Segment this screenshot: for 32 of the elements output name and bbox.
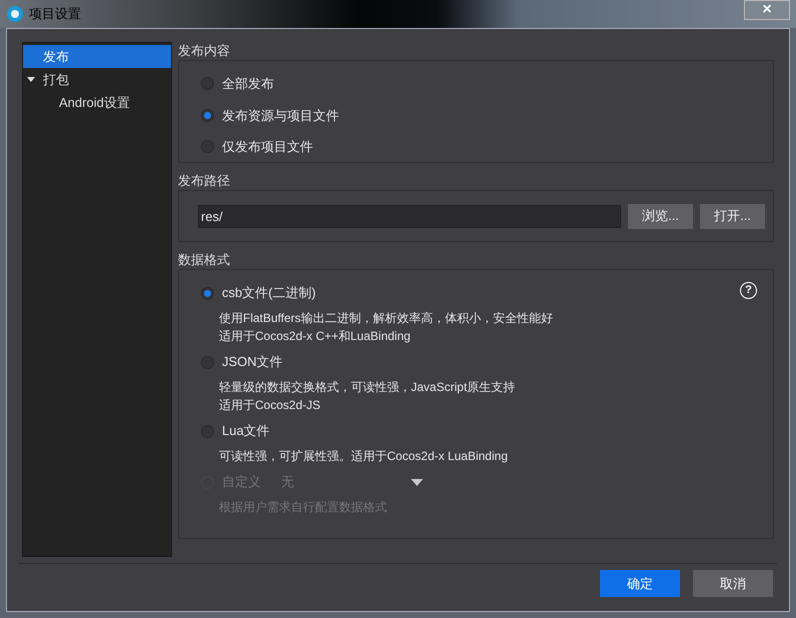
option-label: csb文件(二进制) (222, 284, 316, 302)
window-title: 项目设置 (29, 5, 81, 24)
group-title: 发布内容 (178, 42, 231, 60)
sidebar-item[interactable]: Android设置 (23, 91, 171, 114)
option-label: 发布资源与项目文件 (222, 106, 339, 124)
option-description: 根据用户需求自行配置数据格式 (219, 499, 388, 516)
option-label: Lua文件 (222, 422, 270, 440)
caret-icon[interactable] (27, 76, 35, 82)
sidebar-item[interactable]: 发布 (23, 45, 171, 68)
group-title: 发布路径 (178, 172, 231, 190)
sidebar-item[interactable]: 打包 (23, 68, 171, 91)
path-button[interactable]: 打开... (700, 204, 765, 228)
app-icon (6, 5, 24, 23)
option-description: 适用于Cocos2d-JS (219, 397, 322, 414)
radio-button[interactable] (201, 286, 214, 300)
option-description: 轻量级的数据交换格式，可读性强，JavaScript原生支持 (219, 379, 516, 396)
option-label: JSON文件 (222, 353, 283, 372)
path-button[interactable]: 浏览... (628, 204, 693, 228)
option-description: 适用于Cocos2d-x C++和LuaBinding (219, 328, 412, 345)
group-title: 数据格式 (178, 251, 231, 269)
path-field[interactable]: res/ (198, 204, 621, 228)
option-label: 自定义 (222, 473, 261, 492)
radio-button[interactable] (201, 108, 214, 122)
option-description: 使用FlatBuffers输出二进制，解析效率高，体积小，安全性能好 (219, 310, 554, 327)
caret-icon (411, 478, 423, 486)
option-label: 仅发布项目文件 (222, 138, 313, 156)
cancel-button[interactable]: 取消 (693, 570, 773, 597)
ok-button[interactable]: 确定 (600, 570, 680, 597)
option-label: 全部发布 (222, 75, 274, 93)
close-button[interactable]: × (744, 0, 790, 20)
option-description: 可读性强，可扩展性强。适用于Cocos2d-x LuaBinding (219, 448, 509, 465)
help-icon[interactable]: ? (740, 282, 757, 299)
